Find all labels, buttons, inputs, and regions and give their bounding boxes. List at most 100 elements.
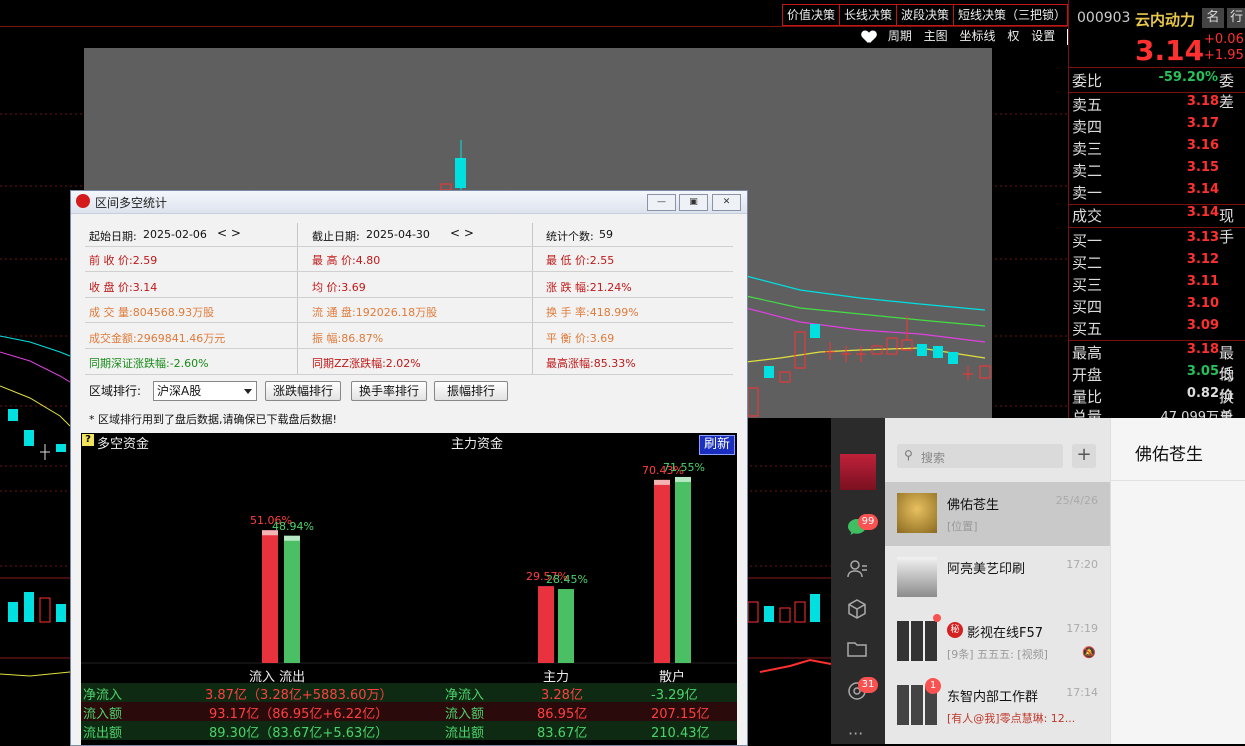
inflow-bar <box>262 530 278 663</box>
sell-3-row[interactable]: 卖三 3.16 <box>1069 138 1245 160</box>
turnover-rate: 换 手 率:418.99% <box>546 306 639 319</box>
stock-code: 000903 <box>1077 10 1131 26</box>
stock-name: 云内动力 <box>1135 11 1196 29</box>
close-button[interactable]: ✕ <box>712 194 741 211</box>
prev-close: 前 收 价:2.59 <box>89 254 158 267</box>
sz-index-change: 同期深证涨跌幅:-2.60% <box>89 357 209 370</box>
value-strategy-button[interactable]: 价值决策 <box>782 4 841 26</box>
search-input[interactable]: ⚲ 搜索 <box>897 444 1063 468</box>
webi-row: 委比 -59.20% 委差 <box>1072 70 1235 111</box>
folder-icon[interactable] <box>846 638 868 660</box>
chevron-down-icon <box>244 389 252 394</box>
range-statistics-dialog: 区间多空统计 — ▣ ✕ 起始日期: 2025-02-06 < > 截止日期: … <box>70 190 748 746</box>
buy-4-row[interactable]: 买四 3.10 <box>1069 296 1245 318</box>
price-change: +0.06 <box>1204 32 1244 47</box>
swing-strategy-button[interactable]: 波段决策 <box>896 4 955 26</box>
retail-in-bar <box>654 479 670 663</box>
start-date-value[interactable]: 2025-02-06 <box>143 228 207 241</box>
change-rank-button[interactable]: 涨跌幅排行 <box>265 381 341 401</box>
net-inflow-main: 3.28亿 <box>541 688 583 703</box>
inflow-amount-retail: 207.15亿 <box>651 707 710 722</box>
retail-out-bar <box>675 476 691 663</box>
max-gain: 最高涨幅:85.33% <box>546 357 636 370</box>
short-strategy-button[interactable]: 短线决策（三把锁） <box>953 4 1068 26</box>
current-price: 3.14 <box>1135 34 1205 67</box>
end-date-arrows[interactable]: < > <box>450 226 474 240</box>
axis-line-button[interactable]: 坐标线 <box>960 29 996 43</box>
chat-name-2: 阿亮美艺印刷 <box>947 562 1026 577</box>
dialog-title: 区间多空统计 <box>95 196 168 210</box>
sell-4-row[interactable]: 卖四 3.17 <box>1069 116 1245 138</box>
sell-1-row[interactable]: 卖一 3.14 <box>1069 182 1245 204</box>
sell-5-row[interactable]: 卖五 3.18 <box>1069 94 1245 116</box>
chat-item-3[interactable]: 秘 影视在线F57 17:19 [9条] 五五五: [视频] 🔕 <box>885 610 1110 674</box>
start-date-arrows[interactable]: < > <box>217 226 241 240</box>
net-inflow-label-2: 净流入 <box>445 688 485 703</box>
buy-1-row[interactable]: 买一 3.13 <box>1069 230 1245 252</box>
volume-ratio-row: 量比0.82换手 <box>1072 386 1235 427</box>
secret-tag-icon: 秘 <box>947 622 963 638</box>
chat-avatar-3 <box>897 621 937 661</box>
retail-out-pct-label: 71.55% <box>663 460 705 474</box>
sell-2-row[interactable]: 卖二 3.15 <box>1069 160 1245 182</box>
outflow-bar <box>284 535 300 663</box>
turnover-amount: 成交金额:2969841.46万元 <box>89 332 226 345</box>
high-row: 最高 3.18 最低 <box>1072 342 1235 383</box>
retail-in-bar-cap <box>654 479 670 485</box>
amplitude: 振 幅:86.87% <box>312 332 384 345</box>
amplitude-rank-button[interactable]: 振幅排行 <box>434 381 508 401</box>
download-note: * 区域排行用到了盘后数据,请确保已下载盘后数据! <box>89 413 337 426</box>
outflow-amount-value: 89.30亿（83.67亿+5.63亿） <box>209 726 389 741</box>
contacts-icon[interactable] <box>846 558 868 580</box>
chat-item-4[interactable]: 1 东智内部工作群 17:14 [有人@我]零点慧琳: 12... <box>885 674 1110 744</box>
count-value: 59 <box>599 228 613 241</box>
outflow-pct-label: 48.94% <box>272 519 314 533</box>
market-select-value: 沪深A股 <box>157 384 202 398</box>
minimize-button[interactable]: — <box>647 194 676 211</box>
end-date-value[interactable]: 2025-04-30 <box>366 228 430 241</box>
favorites-cube-icon[interactable] <box>846 598 868 620</box>
chat-avatar-1 <box>897 493 937 533</box>
name-tag-button[interactable]: 名 <box>1202 8 1224 28</box>
wechat-window: 99 31 ··· ⚲ 搜索 + 佛佑苍生 25/4/26 [位置] 阿亮美艺印… <box>831 418 1245 744</box>
outflow-amount-label-2: 流出额 <box>445 726 485 741</box>
outflow-amount-main: 83.67亿 <box>537 726 588 741</box>
search-icon: ⚲ <box>904 448 913 462</box>
market-select[interactable]: 沪深A股 <box>153 381 257 401</box>
more-icon[interactable]: ··· <box>848 724 863 743</box>
outflow-bar-cap <box>284 535 300 541</box>
buy-3-row[interactable]: 买三 3.11 <box>1069 274 1245 296</box>
chat-item-2[interactable]: 阿亮美艺印刷 17:20 <box>885 546 1110 610</box>
net-inflow-value: 3.87亿（3.28亿+5883.60万） <box>205 688 393 703</box>
inflow-amount-label-2: 流入额 <box>445 707 485 722</box>
main-chart-button[interactable]: 主图 <box>924 29 948 43</box>
long-strategy-button[interactable]: 长线决策 <box>839 4 898 26</box>
chat-pane: 佛佑苍生 <box>1110 418 1245 744</box>
buy-2-row[interactable]: 买二 3.12 <box>1069 252 1245 274</box>
turnover-rank-button[interactable]: 换手率排行 <box>351 381 427 401</box>
retail-out-bar-cap <box>675 476 691 482</box>
chat-preview-4: [有人@我]零点慧琳: 12... <box>947 712 1076 725</box>
chat-4-badge: 1 <box>925 678 941 694</box>
add-button[interactable]: + <box>1072 444 1096 468</box>
mute-bell-icon: 🔕 <box>1082 646 1096 659</box>
net-inflow-retail: -3.29亿 <box>651 688 698 703</box>
period-button[interactable]: 周期 <box>888 29 912 43</box>
outflow-amount-retail: 210.43亿 <box>651 726 710 741</box>
chat-item-1[interactable]: 佛佑苍生 25/4/26 [位置] <box>885 482 1110 546</box>
chat-list: ⚲ 搜索 + 佛佑苍生 25/4/26 [位置] 阿亮美艺印刷 17:20 秘 … <box>885 418 1110 744</box>
balance-price: 平 衡 价:3.69 <box>546 332 615 345</box>
average-price: 均 价:3.69 <box>312 281 366 294</box>
maximize-button[interactable]: ▣ <box>679 194 708 211</box>
favorite-heart-icon[interactable] <box>862 31 876 43</box>
count-label: 统计个数: <box>546 230 594 243</box>
settings-button[interactable]: 设置 <box>1031 29 1055 43</box>
dialog-titlebar[interactable]: 区间多空统计 — ▣ ✕ <box>71 191 747 214</box>
chat-preview-1: [位置] <box>947 520 978 533</box>
industry-tag-button[interactable]: 行 <box>1227 8 1245 28</box>
start-date-label: 起始日期: <box>89 230 137 243</box>
chat-pane-title: 佛佑苍生 <box>1135 445 1203 465</box>
buy-5-row[interactable]: 买五 3.09 <box>1069 318 1245 340</box>
rights-button[interactable]: 权 <box>1007 29 1019 43</box>
user-avatar[interactable] <box>840 454 876 490</box>
